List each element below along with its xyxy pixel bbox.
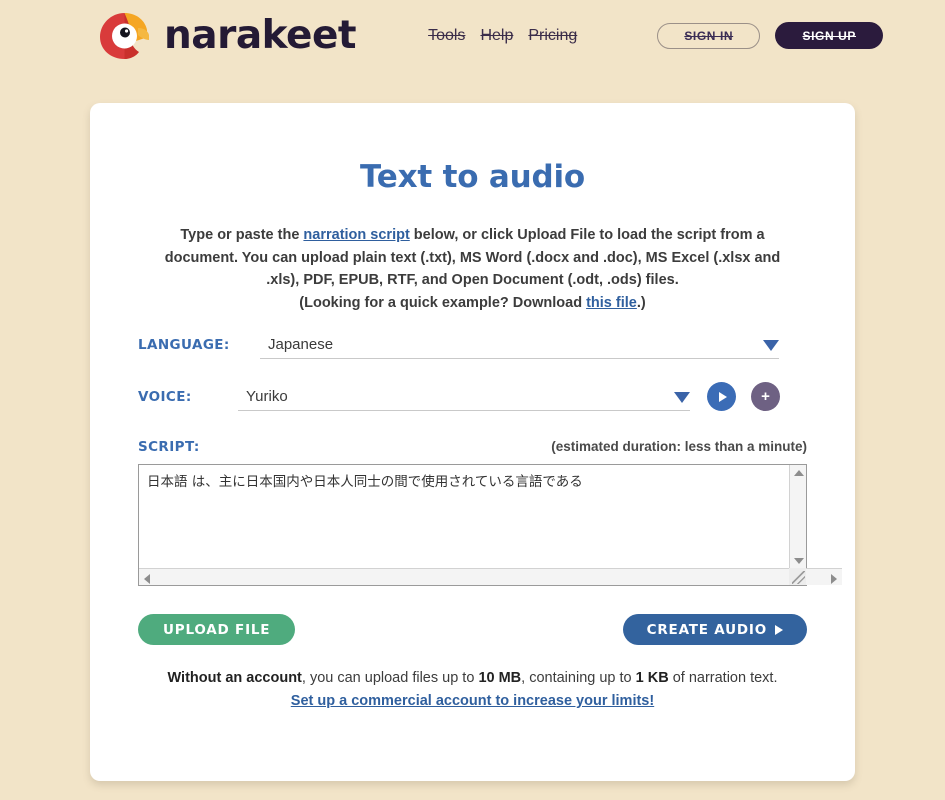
resize-grip-icon[interactable] bbox=[789, 568, 806, 585]
script-textarea[interactable]: 日本語 は、主に日本国内や日本人同士の間で使用されている言語である bbox=[138, 464, 842, 586]
page-title: Text to audio bbox=[359, 159, 586, 195]
action-buttons-row: UPLOAD FILE CREATE AUDIO bbox=[138, 614, 807, 645]
parrot-logo-icon bbox=[98, 11, 151, 61]
intro-part-4: (Looking for a quick example? Download bbox=[299, 294, 587, 311]
sign-up-button[interactable]: SIGN UP bbox=[775, 22, 884, 49]
chevron-down-icon bbox=[674, 392, 690, 403]
script-label: SCRIPT: bbox=[138, 439, 200, 455]
account-limits-note: Without an account, you can upload files… bbox=[138, 667, 807, 712]
voice-label: VOICE: bbox=[138, 388, 192, 405]
auth-buttons: SIGN IN SIGN UP bbox=[657, 22, 884, 49]
footer-text-3: of narration text. bbox=[668, 670, 778, 686]
voice-select[interactable]: Yuriko bbox=[238, 382, 690, 411]
play-icon bbox=[718, 391, 727, 402]
scroll-down-arrow-icon[interactable] bbox=[794, 558, 804, 564]
intro-part-1: Type or paste the bbox=[180, 227, 304, 243]
brand-logo[interactable]: narakeet bbox=[98, 11, 357, 61]
page-header: narakeet Tools Help Pricing SIGN IN SIGN… bbox=[0, 0, 945, 71]
scroll-right-arrow-icon[interactable] bbox=[831, 574, 837, 584]
nav-item-tools[interactable]: Tools bbox=[428, 27, 465, 45]
plus-icon: + bbox=[761, 388, 770, 405]
brand-name: narakeet bbox=[164, 13, 357, 58]
footer-file-size: 10 MB bbox=[478, 670, 522, 686]
create-audio-label: CREATE AUDIO bbox=[646, 621, 767, 638]
script-text-value: 日本語 は、主に日本国内や日本人同士の間で使用されている言語である bbox=[147, 474, 583, 490]
intro-part-2: below, or click bbox=[409, 227, 518, 243]
scroll-left-arrow-icon[interactable] bbox=[144, 574, 150, 584]
intro-part-5: .) bbox=[636, 294, 646, 311]
language-row: LANGUAGE: Japanese bbox=[138, 330, 807, 359]
chevron-down-icon bbox=[763, 340, 779, 351]
scroll-up-arrow-icon[interactable] bbox=[794, 470, 804, 476]
footer-text-1: , you can upload files up to bbox=[301, 670, 479, 686]
vertical-scrollbar[interactable] bbox=[789, 465, 806, 569]
narration-script-link[interactable]: narration script bbox=[303, 227, 409, 243]
voice-row: VOICE: Yuriko + bbox=[138, 382, 807, 411]
sign-in-button[interactable]: SIGN IN bbox=[657, 22, 761, 49]
commercial-account-link[interactable]: Set up a commercial account to increase … bbox=[291, 690, 654, 712]
language-label: LANGUAGE: bbox=[138, 337, 230, 353]
intro-upload-file-bold: Upload File bbox=[517, 227, 596, 243]
nav-item-help[interactable]: Help bbox=[480, 27, 513, 45]
example-file-link[interactable]: this file bbox=[586, 295, 637, 311]
nav-item-pricing[interactable]: Pricing bbox=[528, 27, 577, 45]
footer-bold-lead: Without an account bbox=[167, 670, 302, 686]
text-to-audio-card: Text to audio Type or paste the narratio… bbox=[90, 103, 855, 781]
script-header-row: SCRIPT: (estimated duration: less than a… bbox=[138, 439, 807, 455]
footer-char-limit: 1 KB bbox=[635, 670, 669, 686]
voice-value: Yuriko bbox=[246, 387, 288, 405]
add-voice-button[interactable]: + bbox=[751, 382, 780, 411]
upload-file-button[interactable]: UPLOAD FILE bbox=[138, 614, 296, 645]
create-audio-button[interactable]: CREATE AUDIO bbox=[622, 614, 807, 645]
main-nav: Tools Help Pricing bbox=[428, 27, 577, 45]
footer-text-2: , containing up to bbox=[521, 670, 636, 686]
horizontal-scrollbar[interactable] bbox=[139, 568, 842, 585]
play-icon bbox=[775, 624, 783, 635]
voice-preview-play-button[interactable] bbox=[707, 382, 736, 411]
language-value: Japanese bbox=[268, 335, 334, 353]
intro-text: Type or paste the narration script below… bbox=[153, 224, 792, 314]
language-select[interactable]: Japanese bbox=[260, 330, 779, 359]
estimated-duration: (estimated duration: less than a minute) bbox=[551, 439, 807, 454]
